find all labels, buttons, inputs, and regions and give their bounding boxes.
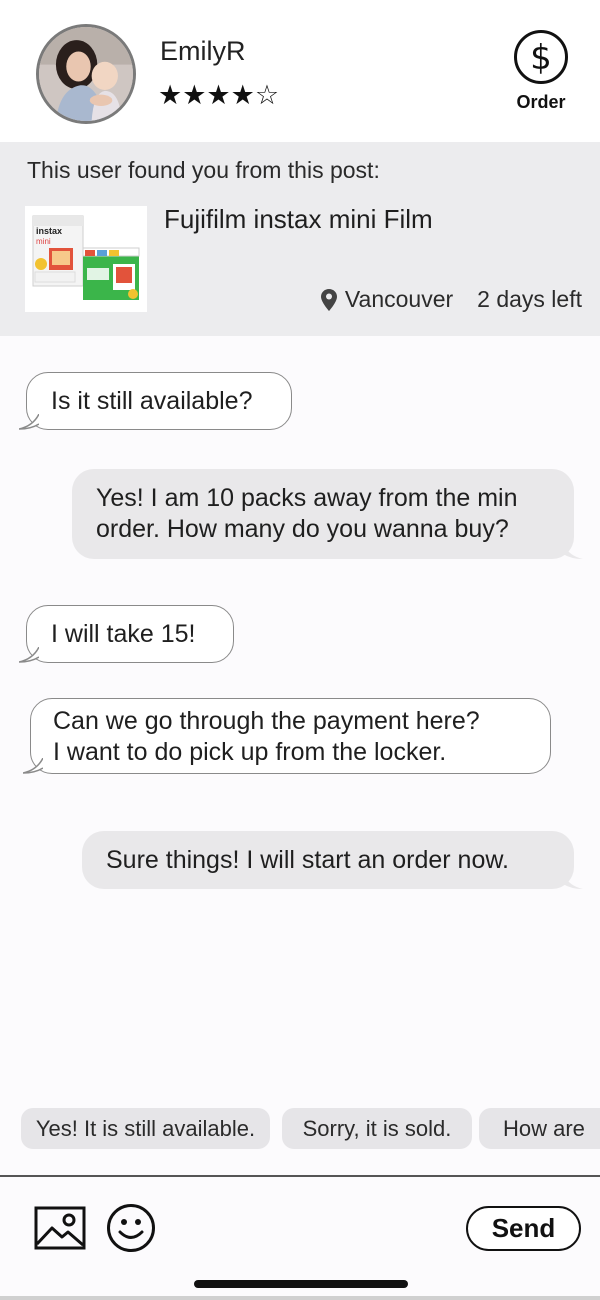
input-divider [0,1175,600,1177]
dollar-circle-icon: $ [514,30,568,84]
message-line: Yes! I am 10 packs away from the min [96,484,518,512]
quick-reply-sold[interactable]: Sorry, it is sold. [282,1108,472,1149]
message-line: order. How many do you wanna buy? [96,515,509,543]
user-avatar[interactable] [36,24,136,124]
bubble-tail [23,758,43,774]
post-meta: Vancouver 2 days left [320,286,582,313]
post-intro-text: This user found you from this post: [27,157,380,183]
username: EmilyR [160,36,246,66]
bubble-tail [563,544,583,559]
home-indicator[interactable] [194,1280,408,1288]
message-line: Can we go through the payment here? [53,707,480,735]
instax-film-image: instax mini [25,206,147,312]
bubble-tail [563,874,583,889]
order-label: Order [516,92,566,112]
message-text: I will take 15! [51,619,196,648]
message-line: I want to do pick up from the locker. [53,738,447,766]
message-text: Sure things! I will start an order now. [106,845,509,874]
location-pin-icon [320,288,337,311]
message-text: Is it still available? [51,386,253,415]
svg-text:mini: mini [36,237,51,246]
source-post-panel: This user found you from this post: inst… [0,142,600,336]
post-thumbnail[interactable]: instax mini [25,206,147,312]
message-incoming: Can we go through the payment here? I wa… [23,698,551,774]
emoji-icon[interactable] [106,1203,156,1253]
quick-replies: Yes! It is still available. Sorry, it is… [0,1108,600,1150]
rating-stars: ★★★★☆ [158,80,280,111]
post-location: Vancouver [344,286,454,312]
screen-bottom-edge [0,1296,600,1300]
send-button[interactable]: Send [466,1206,581,1251]
bubble-tail [19,414,39,430]
quick-reply-how-are[interactable]: How are [479,1108,600,1149]
order-button[interactable]: $ Order [508,30,574,120]
message-outgoing: Yes! I am 10 packs away from the min ord… [72,469,583,559]
avatar-photo [39,27,133,121]
quick-reply-available[interactable]: Yes! It is still available. [21,1108,270,1149]
post-time-left: 2 days left [477,286,582,312]
message-incoming: I will take 15! [19,605,234,663]
post-title[interactable]: Fujifilm instax mini Film [164,204,433,235]
chat-header: EmilyR ★★★★☆ $ Order [0,0,600,142]
message-outgoing: Sure things! I will start an order now. [82,831,583,889]
bubble-tail [19,647,39,663]
message-incoming: Is it still available? [19,372,292,430]
svg-text:instax: instax [36,226,62,236]
image-icon[interactable] [34,1206,86,1250]
